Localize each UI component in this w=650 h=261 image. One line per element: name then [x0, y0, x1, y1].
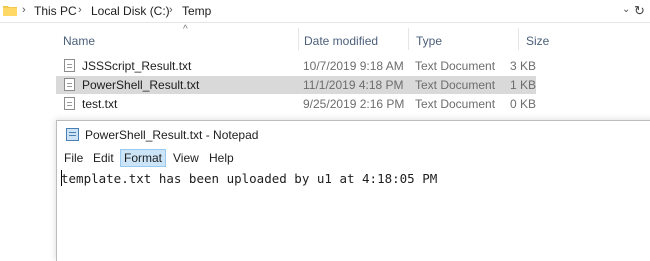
notepad-menu-bar: File Edit Format View Help	[57, 149, 650, 167]
notepad-window[interactable]: PowerShell_Result.txt - Notepad File Edi…	[56, 120, 650, 261]
sort-indicator-icon: ^	[183, 24, 188, 35]
file-row[interactable]: test.txt 9/25/2019 2:16 PM Text Document…	[56, 95, 536, 113]
file-row-selected[interactable]: PowerShell_Result.txt 11/1/2019 4:18 PM …	[56, 76, 536, 94]
breadcrumb-separator: ›	[78, 4, 82, 16]
column-divider[interactable]	[518, 28, 519, 50]
column-divider[interactable]	[408, 28, 409, 50]
breadcrumb-local-disk[interactable]: Local Disk (C:)	[91, 4, 170, 18]
file-name: test.txt	[82, 97, 118, 111]
menu-help[interactable]: Help	[206, 149, 237, 167]
file-size: 3 KB	[509, 59, 536, 73]
column-header-type[interactable]: Type	[416, 34, 442, 48]
notepad-text-area[interactable]: template.txt has been uploaded by u1 at …	[61, 171, 437, 186]
file-name: JSSScript_Result.txt	[82, 59, 192, 73]
breadcrumb-this-pc[interactable]: This PC	[34, 4, 77, 18]
notepad-icon	[66, 128, 79, 141]
address-bar[interactable]: › This PC › Local Disk (C:) › Temp ⌄ ↻	[0, 0, 650, 23]
column-divider[interactable]	[298, 28, 299, 50]
menu-edit[interactable]: Edit	[90, 149, 117, 167]
text-file-icon	[64, 97, 75, 110]
file-size: 1 KB	[509, 78, 536, 92]
file-date: 9/25/2019 2:16 PM	[303, 97, 405, 111]
menu-format[interactable]: Format	[120, 149, 167, 167]
notepad-title-bar[interactable]: PowerShell_Result.txt - Notepad	[57, 121, 650, 147]
menu-view[interactable]: View	[170, 149, 202, 167]
breadcrumb-separator: ›	[22, 4, 26, 16]
notepad-title: PowerShell_Result.txt - Notepad	[85, 128, 259, 142]
column-header-name[interactable]: Name	[63, 34, 95, 48]
file-row[interactable]: JSSScript_Result.txt 10/7/2019 9:18 AM T…	[56, 57, 536, 75]
column-header-size[interactable]: Size	[526, 34, 549, 48]
file-size: 0 KB	[509, 97, 536, 111]
file-date: 11/1/2019 4:18 PM	[303, 78, 404, 92]
file-date: 10/7/2019 9:18 AM	[303, 59, 404, 73]
breadcrumb-separator: ›	[169, 4, 173, 16]
column-header-date-modified[interactable]: Date modified	[304, 34, 378, 48]
text-file-icon	[64, 78, 75, 91]
refresh-icon[interactable]: ↻	[634, 3, 645, 19]
folder-icon	[3, 6, 17, 16]
file-name: PowerShell_Result.txt	[82, 78, 200, 92]
text-file-icon	[64, 59, 75, 72]
menu-file[interactable]: File	[61, 149, 86, 167]
address-dropdown-icon[interactable]: ⌄	[622, 4, 630, 15]
breadcrumb-temp[interactable]: Temp	[182, 4, 211, 18]
